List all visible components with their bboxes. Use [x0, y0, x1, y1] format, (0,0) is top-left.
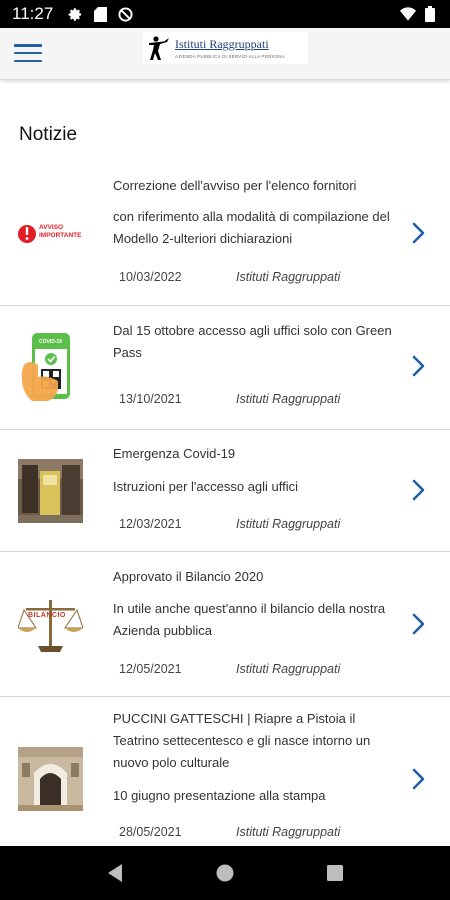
news-date: 12/05/2021 [119, 662, 182, 676]
thumb-label: BILANCIO [28, 612, 66, 619]
news-subtitle: In utile anche quest'anno il bilancio de… [113, 601, 386, 638]
news-thumbnail: AVVISO IMPORTANTE [18, 220, 83, 248]
thumb-label: AVVISO IMPORTANTE [39, 224, 82, 239]
status-icons-left [67, 6, 133, 22]
recents-icon[interactable] [323, 861, 347, 885]
news-subtitle: con riferimento alla modalità di compila… [113, 209, 390, 246]
system-nav-bar [0, 846, 450, 900]
chevron-right-icon[interactable] [408, 354, 428, 378]
chevron-right-icon[interactable] [408, 221, 428, 245]
wifi-icon [400, 6, 416, 22]
home-icon[interactable] [213, 861, 237, 885]
news-source: Istituti Raggruppati [236, 270, 341, 284]
news-title: Approvato il Bilancio 2020 [113, 569, 264, 584]
news-source: Istituti Raggruppati [236, 392, 341, 406]
news-item[interactable]: COVID-19 Dal 15 ottobre accesso agli uff… [0, 306, 450, 430]
logo-figure-icon [149, 36, 169, 60]
app-logo: Istituti Raggruppati AZIENDA PUBBLICA DI… [143, 32, 308, 64]
news-item[interactable]: PUCCINI GATTESCHI | Riapre a Pistoia il … [0, 697, 450, 847]
news-subtitle: 10 giugno presentazione alla stampa [113, 788, 326, 803]
theater-photo [18, 747, 83, 811]
news-date: 28/05/2021 [119, 825, 182, 839]
news-item[interactable]: Emergenza Covid-19 Istruzioni per l'acce… [0, 430, 450, 552]
back-icon[interactable] [103, 861, 127, 885]
news-item[interactable]: AVVISO IMPORTANTE Correzione dell'avviso… [0, 158, 450, 306]
news-subtitle: Istruzioni per l'accesso agli uffici [113, 479, 299, 494]
app-bar: Istituti Raggruppati AZIENDA PUBBLICA DI… [0, 28, 450, 80]
hamburger-menu-icon[interactable] [14, 42, 42, 64]
logo-subtitle: AZIENDA PUBBLICA DI SERVIZI ALLA PERSONA [175, 54, 285, 59]
gear-icon [67, 6, 83, 22]
news-title: Emergenza Covid-19 [113, 446, 236, 461]
page-title: Notizie [19, 124, 78, 145]
office-photo [18, 459, 83, 523]
battery-icon [422, 6, 438, 22]
news-item[interactable]: BILANCIO Approvato il Bilancio 2020 In u… [0, 552, 450, 697]
sd-card-icon [92, 6, 108, 22]
chevron-right-icon[interactable] [408, 478, 428, 502]
do-not-disturb-icon [117, 6, 133, 22]
news-list: AVVISO IMPORTANTE Correzione dell'avviso… [0, 158, 450, 847]
status-bar: 11:27 [0, 0, 450, 28]
scales-icon [17, 600, 84, 652]
news-source: Istituti Raggruppati [236, 825, 341, 839]
chevron-right-icon[interactable] [408, 612, 428, 636]
news-source: Istituti Raggruppati [236, 517, 341, 531]
chevron-right-icon[interactable] [408, 767, 428, 791]
news-source: Istituti Raggruppati [236, 662, 341, 676]
news-date: 10/03/2022 [119, 270, 182, 284]
news-thumbnail: COVID-19 [18, 331, 83, 403]
logo-title: Istituti Raggruppati [175, 37, 269, 51]
thumb-label: COVID-19 [39, 339, 63, 345]
news-thumbnail: BILANCIO [17, 594, 84, 658]
news-thumbnail [18, 747, 83, 811]
news-date: 12/03/2021 [119, 517, 182, 531]
news-date: 13/10/2021 [119, 392, 182, 406]
news-title: Dal 15 ottobre accesso agli uffici solo … [113, 323, 392, 360]
news-title: Correzione dell'avviso per l'elenco forn… [113, 178, 357, 193]
status-time: 11:27 [12, 4, 54, 23]
news-thumbnail [18, 459, 83, 523]
status-icons-right [400, 6, 438, 22]
news-title: PUCCINI GATTESCHI | Riapre a Pistoia il … [113, 711, 371, 770]
